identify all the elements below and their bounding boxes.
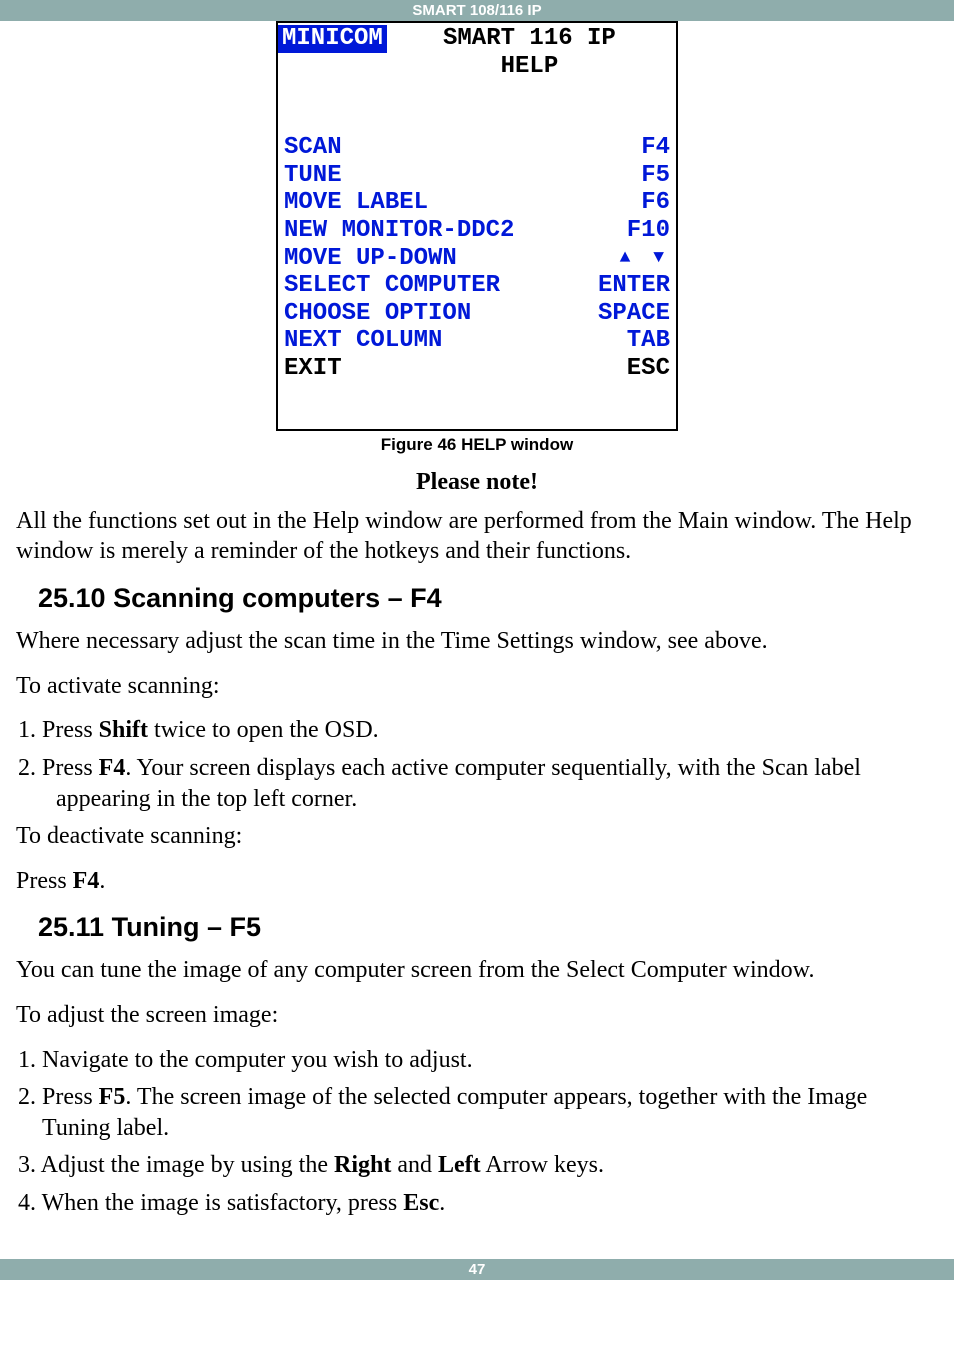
body-text: To activate scanning: bbox=[16, 671, 938, 702]
text: . Your screen displays each active compu… bbox=[56, 755, 861, 812]
help-row-label: NEW MONITOR-DDC2 bbox=[284, 217, 514, 245]
text: 4. When the image is satisfactory, press bbox=[18, 1190, 403, 1216]
help-row-label: MOVE LABEL bbox=[284, 189, 428, 217]
ordered-list: 1. Navigate to the computer you wish to … bbox=[16, 1045, 938, 1219]
page-number-bar: 47 bbox=[0, 1259, 954, 1280]
list-item: 1. Press Shift twice to open the OSD. bbox=[18, 715, 938, 746]
text: . The screen image of the selected compu… bbox=[42, 1084, 867, 1141]
help-row-key: SPACE bbox=[598, 300, 670, 328]
bold-text: F4 bbox=[73, 868, 100, 894]
text: and bbox=[391, 1152, 438, 1178]
section-heading-2511: 25.11 Tuning – F5 bbox=[38, 912, 938, 943]
arrows-icon: ▲ ▼ bbox=[620, 248, 670, 276]
help-row-key: ENTER bbox=[598, 272, 670, 300]
list-item: 2. Press F4. Your screen displays each a… bbox=[18, 753, 938, 815]
section-heading-2510: 25.10 Scanning computers – F4 bbox=[38, 583, 938, 614]
text: 1. Press bbox=[18, 717, 99, 743]
help-window-rows: SCAN F4 TUNE F5 MOVE LABEL F6 NEW MONITOR-D… bbox=[278, 134, 676, 384]
bold-text: Left bbox=[438, 1152, 481, 1178]
help-row-label: CHOOSE OPTION bbox=[284, 300, 471, 328]
note-heading: Please note! bbox=[16, 469, 938, 496]
list-item: 3. Adjust the image by using the Right a… bbox=[18, 1150, 938, 1181]
text: twice to open the OSD. bbox=[148, 717, 379, 743]
help-row-label: MOVE UP-DOWN bbox=[284, 245, 457, 273]
help-row-exit: EXIT ESC bbox=[284, 355, 670, 383]
bold-text: Shift bbox=[99, 717, 148, 743]
body-text: You can tune the image of any computer s… bbox=[16, 955, 938, 986]
text: Press bbox=[16, 868, 73, 894]
help-row: CHOOSE OPTION SPACE bbox=[284, 300, 670, 328]
figure-caption: Figure 46 HELP window bbox=[0, 435, 954, 455]
help-row-label: EXIT bbox=[284, 355, 342, 383]
help-row-label: NEXT COLUMN bbox=[284, 327, 442, 355]
bold-text: F4 bbox=[99, 755, 126, 781]
help-row-key: F5 bbox=[641, 162, 670, 190]
help-row-label: TUNE bbox=[284, 162, 342, 190]
body-text: Where necessary adjust the scan time in … bbox=[16, 626, 938, 657]
text: . bbox=[439, 1190, 445, 1216]
help-window-title: SMART 116 IP bbox=[443, 25, 616, 53]
list-item: 1. Navigate to the computer you wish to … bbox=[18, 1045, 938, 1076]
help-window: MINICOM SMART 116 IP HELP SCAN F4 TUNE F5 … bbox=[276, 21, 678, 431]
help-row: SCAN F4 bbox=[284, 134, 670, 162]
help-row: NEW MONITOR-DDC2 F10 bbox=[284, 217, 670, 245]
body-text: To deactivate scanning: bbox=[16, 821, 938, 852]
ordered-list: 1. Press Shift twice to open the OSD. 2.… bbox=[16, 715, 938, 815]
text: . bbox=[99, 868, 105, 894]
help-row-key: F10 bbox=[627, 217, 670, 245]
help-row-key: F4 bbox=[641, 134, 670, 162]
help-row-label: SCAN bbox=[284, 134, 342, 162]
note-paragraph: All the functions set out in the Help wi… bbox=[16, 506, 938, 567]
help-row-key: ESC bbox=[627, 355, 670, 383]
body-text: To adjust the screen image: bbox=[16, 1000, 938, 1031]
bold-text: Right bbox=[334, 1152, 391, 1178]
bold-text: Esc bbox=[403, 1190, 439, 1216]
text: 3. Adjust the image by using the bbox=[18, 1152, 334, 1178]
help-row-label: SELECT COMPUTER bbox=[284, 272, 500, 300]
help-row-key: TAB bbox=[627, 327, 670, 355]
help-window-header: MINICOM SMART 116 IP HELP bbox=[278, 23, 676, 80]
bold-text: F5 bbox=[99, 1084, 126, 1110]
help-row: SELECT COMPUTER ENTER bbox=[284, 272, 670, 300]
help-row: MOVE UP-DOWN ▲ ▼ bbox=[284, 245, 670, 273]
help-row: NEXT COLUMN TAB bbox=[284, 327, 670, 355]
help-window-subtitle: HELP bbox=[501, 53, 559, 80]
text: Arrow keys. bbox=[481, 1152, 604, 1178]
body-text: Press F4. bbox=[16, 866, 938, 897]
help-row: MOVE LABEL F6 bbox=[284, 189, 670, 217]
help-row: TUNE F5 bbox=[284, 162, 670, 190]
text: 2. Press bbox=[18, 755, 99, 781]
help-row-key: F6 bbox=[641, 189, 670, 217]
list-item: 2. Press F5. The screen image of the sel… bbox=[18, 1082, 938, 1144]
help-window-brand: MINICOM bbox=[278, 25, 387, 53]
header-bar: SMART 108/116 IP bbox=[0, 0, 954, 21]
text: 2. Press bbox=[18, 1084, 99, 1110]
list-item: 4. When the image is satisfactory, press… bbox=[18, 1188, 938, 1219]
